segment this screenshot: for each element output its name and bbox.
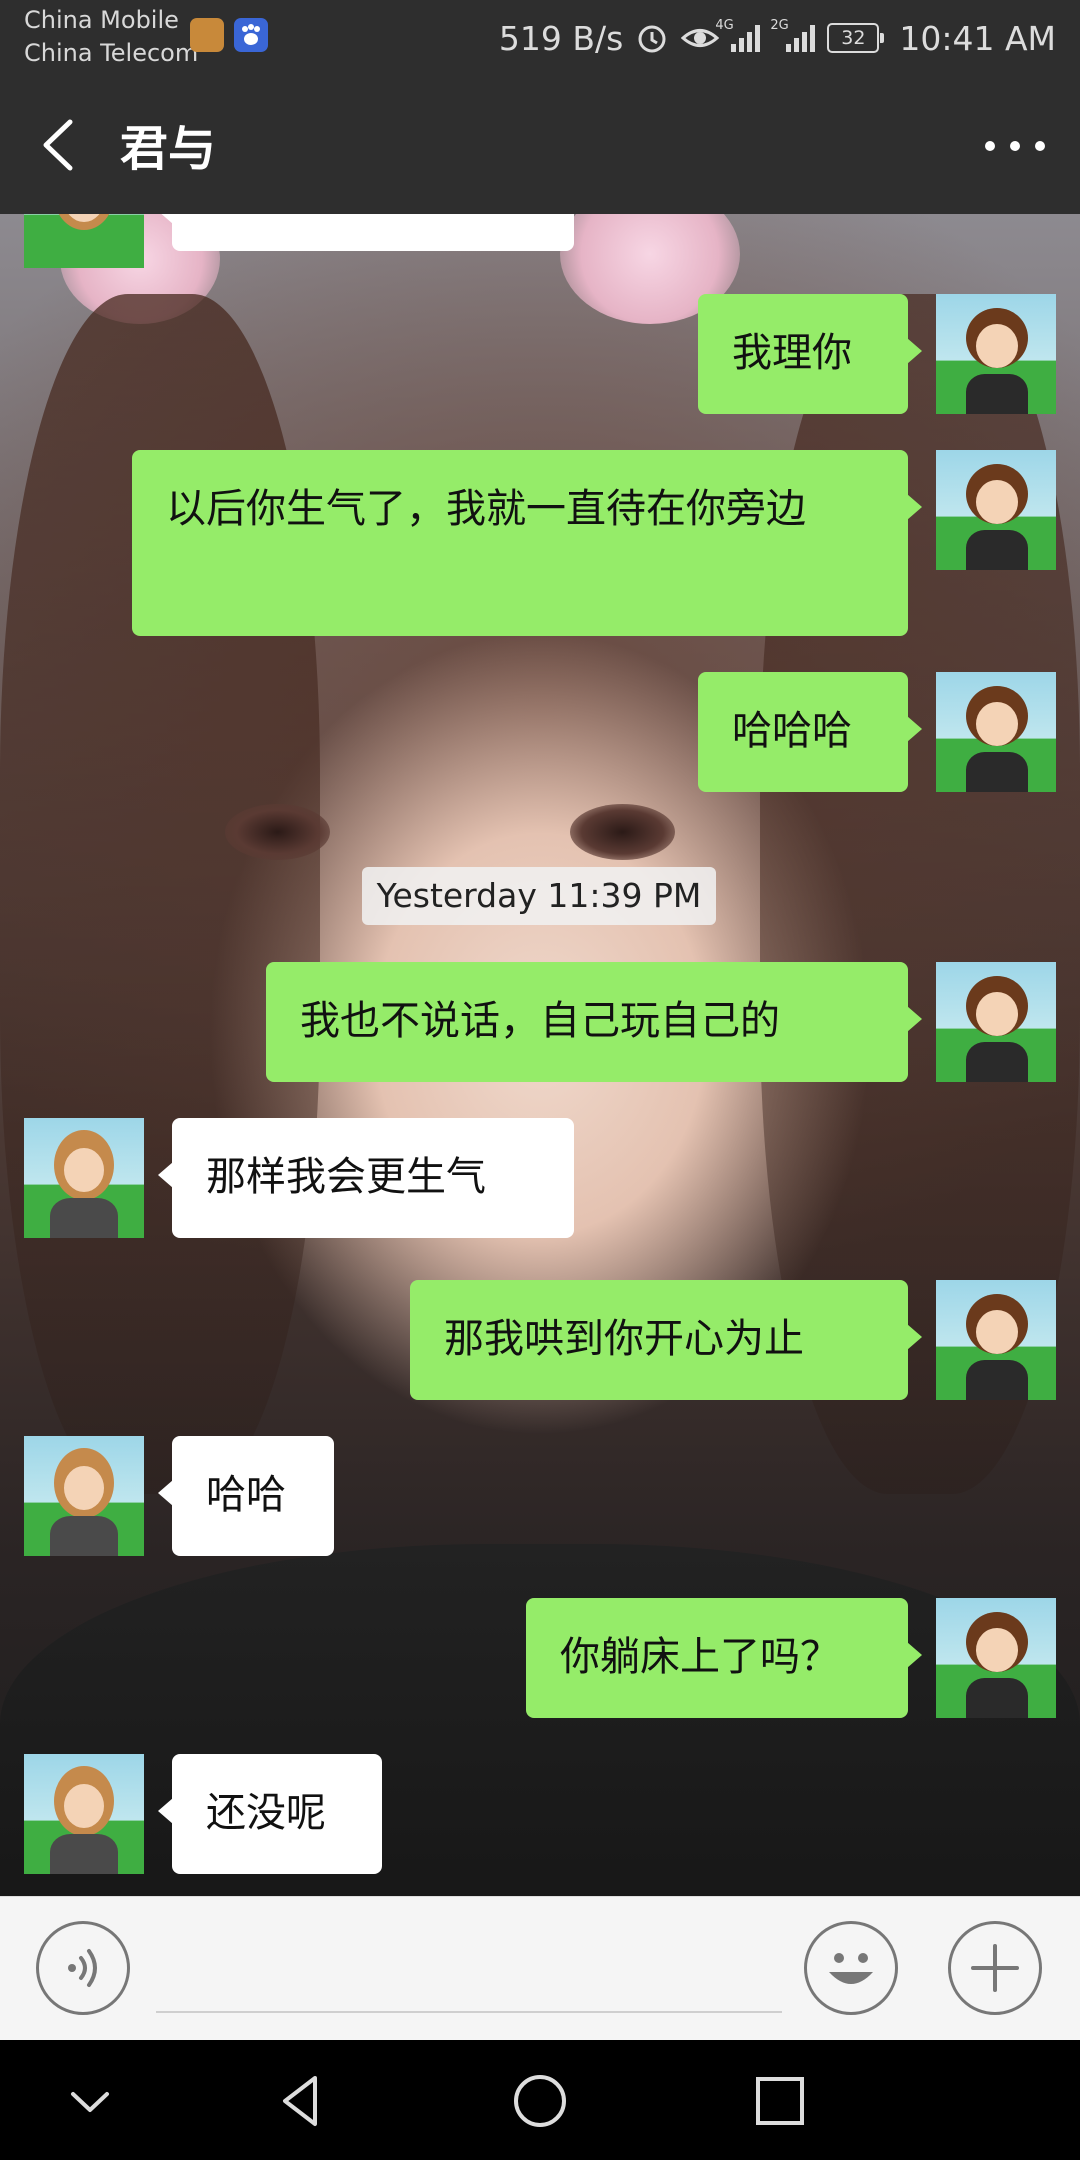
message-bubble-received[interactable]	[158, 214, 574, 251]
carrier-1: China Mobile	[24, 6, 179, 34]
more-options-button[interactable]	[948, 1921, 1042, 2015]
net-speed: 519 B/s	[498, 18, 624, 58]
message-bubble-received[interactable]: 那样我会更生气	[158, 1118, 574, 1238]
emoji-icon	[829, 1953, 873, 1984]
baidu-paw-icon	[234, 18, 268, 52]
voice-button[interactable]	[36, 1921, 130, 2015]
eye-shape	[570, 804, 675, 860]
contact-name: 君与	[120, 121, 217, 177]
back-triangle-icon[interactable]	[265, 2066, 335, 2136]
contact-avatar[interactable]	[24, 214, 144, 268]
contact-avatar[interactable]	[24, 1754, 144, 1874]
chat-header: 君与	[0, 76, 1080, 214]
input-bar	[0, 1896, 1080, 2041]
my-avatar[interactable]	[936, 672, 1056, 792]
voice-icon	[68, 1949, 97, 1987]
carrier-2: China Telecom	[24, 39, 199, 67]
chevron-down-icon[interactable]	[55, 2066, 125, 2136]
message-timestamp: Yesterday 11:39 PM	[362, 867, 716, 925]
more-horizontal-icon[interactable]	[980, 118, 1050, 174]
message-bubble-received[interactable]: 哈哈	[158, 1436, 334, 1556]
message-bubble-sent[interactable]: 哈哈哈	[698, 672, 922, 792]
contact-avatar[interactable]	[24, 1118, 144, 1238]
my-avatar[interactable]	[936, 1280, 1056, 1400]
message-bubble-received[interactable]: 还没呢	[158, 1754, 382, 1874]
clock: 10:41 AM	[899, 18, 1056, 58]
chevron-left-icon[interactable]	[30, 114, 90, 176]
message-input[interactable]	[156, 1937, 782, 2013]
signal-4g-icon: 4G	[715, 18, 761, 52]
contact-avatar[interactable]	[24, 1436, 144, 1556]
message-bubble-sent[interactable]: 我理你	[698, 294, 922, 414]
status-bar: China Mobile China Telecom 519 B/s 4G 2G…	[0, 0, 1080, 76]
shirt-shape	[0, 1544, 1080, 1896]
recents-square-icon[interactable]	[745, 2066, 815, 2136]
carrier-info: China Mobile China Telecom	[24, 4, 198, 70]
my-avatar[interactable]	[936, 962, 1056, 1082]
my-avatar[interactable]	[936, 450, 1056, 570]
my-avatar[interactable]	[936, 1598, 1056, 1718]
emoji-button[interactable]	[804, 1921, 898, 2015]
battery-icon: 32	[827, 23, 885, 53]
my-avatar[interactable]	[936, 294, 1056, 414]
system-nav-bar	[0, 2040, 1080, 2160]
plus-icon	[971, 1944, 1019, 1992]
signal-2g-icon: 2G	[770, 18, 816, 52]
app-notification-icon	[190, 18, 224, 52]
message-bubble-sent[interactable]: 以后你生气了，我就一直待在你旁边	[132, 450, 922, 636]
message-bubble-sent[interactable]: 你躺床上了吗？	[526, 1598, 922, 1718]
alarm-icon	[638, 25, 666, 53]
chat-area[interactable]: 我理你 以后你生气了，我就一直待在你旁边 哈哈哈 Yesterday 11:39…	[0, 214, 1080, 1896]
message-bubble-sent[interactable]: 我也不说话，自己玩自己的	[266, 962, 922, 1082]
eye-icon	[681, 29, 720, 47]
message-bubble-sent[interactable]: 那我哄到你开心为止	[410, 1280, 922, 1400]
eye-shape	[225, 804, 330, 860]
home-circle-icon[interactable]	[505, 2066, 575, 2136]
